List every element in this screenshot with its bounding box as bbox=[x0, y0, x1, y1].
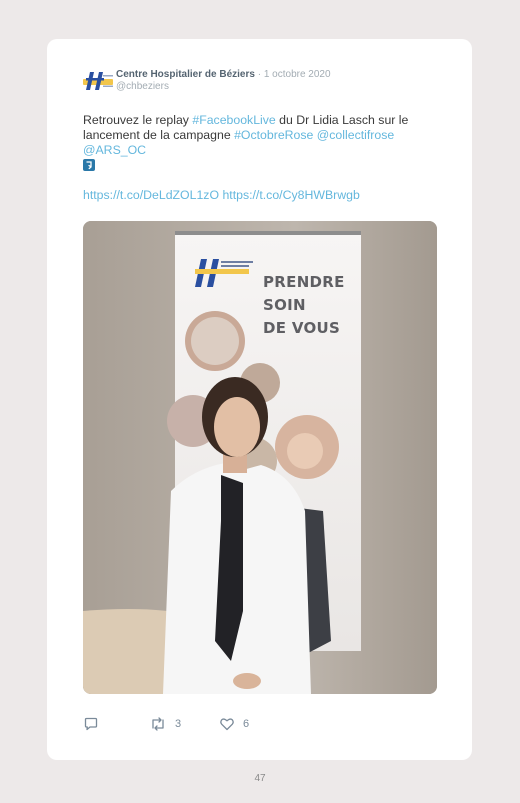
tweet-photo[interactable]: PRENDRE SOIN DE VOUS bbox=[83, 221, 437, 694]
retweet-button[interactable]: 3 bbox=[149, 715, 181, 733]
mention-ars-oc-link[interactable]: @ARS_OC bbox=[83, 143, 146, 157]
hashtag-octobrerose-link[interactable]: #OctobreRose bbox=[234, 128, 313, 142]
like-count: 6 bbox=[243, 718, 250, 730]
banner-line-3: DE VOUS bbox=[263, 319, 341, 337]
author-name[interactable]: Centre Hospitalier de Béziers bbox=[116, 69, 255, 80]
hashtag-facebooklive-link[interactable]: #FacebookLive bbox=[192, 113, 275, 127]
meta-separator: · bbox=[254, 69, 264, 80]
hospital-logo-icon bbox=[83, 72, 113, 90]
url-link-1[interactable]: https://t.co/DeLdZOL1zO bbox=[83, 188, 219, 202]
reply-icon bbox=[84, 717, 98, 731]
banner-line-1: PRENDRE bbox=[263, 273, 345, 291]
banner-line-2: SOIN bbox=[263, 296, 306, 314]
author-handle[interactable]: @chbeziers bbox=[116, 81, 456, 93]
reply-button[interactable] bbox=[83, 715, 99, 733]
doctor-photo-image bbox=[83, 221, 437, 694]
tweet-date[interactable]: 1 octobre 2020 bbox=[264, 69, 331, 80]
heart-icon bbox=[220, 718, 234, 731]
tweet-text: Retrouvez le replay #FacebookLive du Dr … bbox=[83, 113, 443, 203]
like-button[interactable]: 6 bbox=[219, 715, 249, 733]
mention-collectifrose-link[interactable]: @collectifrose bbox=[317, 128, 394, 142]
tweet-actions: 3 6 bbox=[83, 715, 383, 733]
retweet-count: 3 bbox=[175, 718, 182, 730]
url-link-2[interactable]: https://t.co/Cy8HWBrwgb bbox=[222, 188, 359, 202]
page-number: 47 bbox=[254, 773, 266, 784]
text-segment: Retrouvez le replay bbox=[83, 113, 193, 127]
retweet-icon bbox=[152, 717, 164, 731]
return-arrow-icon bbox=[83, 159, 95, 171]
avatar[interactable] bbox=[83, 70, 113, 92]
tweet-card: Centre Hospitalier de Béziers · 1 octobr… bbox=[47, 39, 472, 760]
tweet-header: Centre Hospitalier de Béziers · 1 octobr… bbox=[116, 69, 456, 93]
